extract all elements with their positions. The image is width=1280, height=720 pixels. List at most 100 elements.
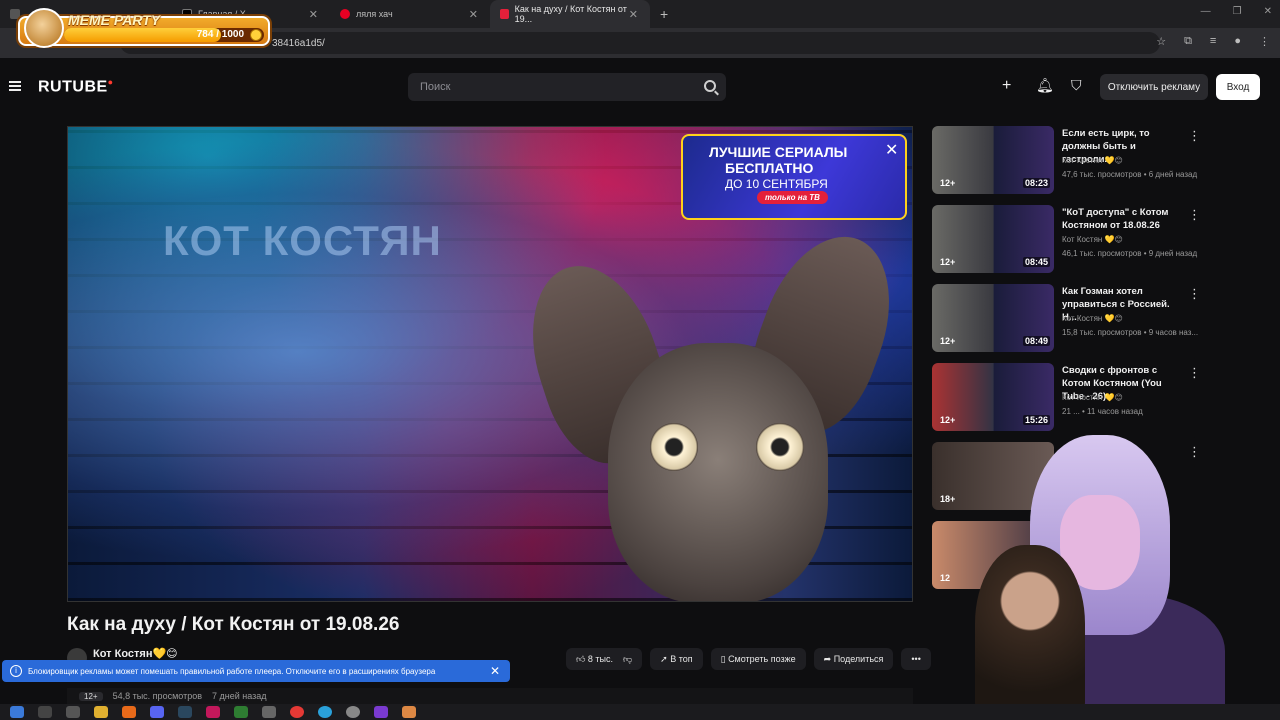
video-watermark: КОТ КОСТЯН xyxy=(163,217,442,264)
bookmark-icon: ▯ xyxy=(720,653,729,664)
view-count: 54,8 тыс. просмотров xyxy=(112,691,202,701)
maximize-icon[interactable]: ❐ xyxy=(1233,6,1242,17)
app-icon xyxy=(10,9,20,19)
like-button[interactable]: 👍︎ 8 тыс. 👎︎ xyxy=(566,648,643,670)
video-actions: 👍︎ 8 тыс. 👎︎ ➚ В топ ▯ Смотреть позже ➦ П… xyxy=(566,648,931,670)
close-icon[interactable]: ✕ xyxy=(629,8,638,21)
obs-icon[interactable] xyxy=(346,706,360,718)
task-view-icon[interactable] xyxy=(66,706,80,718)
info-icon: i xyxy=(10,665,22,677)
share-button[interactable]: ➦ Поделиться xyxy=(813,648,894,670)
tab-rutube[interactable]: Как на духу / Кот Костян от 19... ✕ xyxy=(490,0,650,28)
search-input[interactable]: Поиск xyxy=(408,73,726,101)
coin-icon xyxy=(250,29,262,41)
star-icon[interactable]: ☆ xyxy=(1156,35,1166,48)
extensions-icon[interactable]: ⧉ xyxy=(1184,35,1192,48)
cat-head xyxy=(608,343,828,601)
window-controls: — ❐ ✕ xyxy=(1201,6,1272,17)
rocket-icon: ➚ xyxy=(660,653,671,664)
more-options-icon[interactable]: ⋮ xyxy=(1188,128,1201,144)
streamer-overlay xyxy=(975,425,1265,720)
rec-channel[interactable]: Кот Костян 💛😊 xyxy=(1062,393,1123,402)
minimize-icon[interactable]: — xyxy=(1201,6,1211,17)
meme-party-widget: MEME PARTY 784 / 1000 xyxy=(18,8,270,48)
ad-tv-pill: только на ТВ xyxy=(757,191,828,204)
new-tab-button[interactable]: + xyxy=(650,0,680,28)
url-field[interactable]: 38416a1d5/ xyxy=(120,32,1160,54)
rec-stats: 21 ... • 11 часов назад xyxy=(1062,407,1143,416)
list-item[interactable]: 12+ 08:23 Если есть цирк, то должны быть… xyxy=(932,126,1262,196)
search-taskbar-icon[interactable] xyxy=(38,706,52,718)
video-thumbnail[interactable]: 12+ 08:45 xyxy=(932,205,1054,273)
windows-start-icon[interactable] xyxy=(10,706,24,718)
video-thumbnail[interactable]: 12+ 15:26 xyxy=(932,363,1054,431)
app-icon[interactable] xyxy=(234,706,248,718)
list-item[interactable]: 12+ 15:26 Сводки с фронтов с Котом Костя… xyxy=(932,363,1262,433)
close-icon[interactable]: ✕ xyxy=(469,8,478,21)
rutube-icon xyxy=(500,9,509,19)
login-button[interactable]: Вход xyxy=(1216,74,1260,100)
age-rating: 12+ xyxy=(79,691,103,701)
shield-icon[interactable]: ⛉ xyxy=(1071,77,1082,94)
notice-close-icon[interactable]: ✕ xyxy=(490,664,500,678)
cat-eye-right xyxy=(756,423,804,471)
watch-later-button[interactable]: ▯ Смотреть позже xyxy=(710,648,806,670)
list-item[interactable]: 12+ 08:49 Как Гозман хотел управиться с … xyxy=(932,284,1262,354)
app-icon[interactable] xyxy=(206,706,220,718)
tab-pinterest[interactable]: ляля хач ✕ xyxy=(330,0,490,28)
video-title: Как на духу / Кот Костян от 19.08.26 xyxy=(67,614,400,635)
window-close-icon[interactable]: ✕ xyxy=(1264,6,1272,17)
adblock-notice: i Блокировщик рекламы может помешать пра… xyxy=(2,660,510,682)
telegram-icon[interactable] xyxy=(318,706,332,718)
more-options-icon[interactable]: ⋮ xyxy=(1188,365,1201,381)
more-actions-button[interactable]: ••• xyxy=(901,648,931,670)
file-explorer-icon[interactable] xyxy=(94,706,108,718)
bell-icon[interactable]: 🔔︎ xyxy=(1036,77,1054,94)
pinterest-icon xyxy=(340,9,350,19)
more-options-icon[interactable]: ⋮ xyxy=(1188,207,1201,223)
rec-channel[interactable]: Кот Костян 💛😊 xyxy=(1062,156,1123,165)
close-icon[interactable]: ✕ xyxy=(309,8,318,21)
channel-name[interactable]: Кот Костян💛😊 xyxy=(93,647,178,660)
top-button[interactable]: ➚ В топ xyxy=(650,648,703,670)
publish-date: 7 дней назад xyxy=(211,691,267,701)
search-icon[interactable] xyxy=(704,80,716,92)
rec-channel[interactable]: Кот Костян 💛😊 xyxy=(1062,314,1123,323)
doll-figure xyxy=(975,545,1085,720)
video-meta: 12+ 54,8 тыс. просмотров 7 дней назад xyxy=(67,688,913,704)
browser-toolbar: ☆ ⧉ ≡ ● ⋮ xyxy=(1156,35,1270,48)
site-header: RUTUBE● Поиск + 🔔︎ ⛉ Отключить рекламу В… xyxy=(0,58,1280,116)
settings-icon[interactable] xyxy=(262,706,276,718)
rec-stats: 15,8 тыс. просмотров • 9 часов наз... xyxy=(1062,328,1199,337)
rutube-logo[interactable]: RUTUBE● xyxy=(38,77,114,96)
profile-avatar-icon[interactable]: ● xyxy=(1234,35,1241,48)
steam-icon[interactable] xyxy=(178,706,192,718)
rec-stats: 47,6 тыс. просмотров • 6 дней назад xyxy=(1062,170,1198,179)
reading-list-icon[interactable]: ≡ xyxy=(1210,35,1216,48)
thumb-up-icon: 👍︎ xyxy=(576,653,588,664)
rec-stats: 46,1 тыс. просмотров • 9 дней назад xyxy=(1062,249,1198,258)
menu-dots-icon[interactable]: ⋮ xyxy=(1259,35,1270,48)
app-icon[interactable] xyxy=(402,706,416,718)
app-icon[interactable] xyxy=(374,706,388,718)
list-item[interactable]: 12+ 08:45 "КоТ доступа" с Котом Костяном… xyxy=(932,205,1262,275)
video-thumbnail[interactable]: 12+ 08:23 xyxy=(932,126,1054,194)
menu-icon[interactable] xyxy=(9,81,21,91)
discord-icon[interactable] xyxy=(150,706,164,718)
plus-icon[interactable]: + xyxy=(1002,77,1011,95)
meme-progress-count: 784 / 1000 xyxy=(196,29,244,40)
share-icon: ➦ xyxy=(823,653,834,664)
chrome-icon[interactable] xyxy=(290,706,304,718)
doge-icon xyxy=(24,8,64,48)
app-icon[interactable] xyxy=(122,706,136,718)
video-thumbnail[interactable]: 12+ 08:49 xyxy=(932,284,1054,352)
more-options-icon[interactable]: ⋮ xyxy=(1188,286,1201,302)
disable-ads-button[interactable]: Отключить рекламу xyxy=(1100,74,1208,100)
ad-close-icon[interactable]: ✕ xyxy=(885,140,898,160)
meme-progress-bar: 784 / 1000 xyxy=(64,28,264,42)
rec-channel[interactable]: Кот Костян 💛😊 xyxy=(1062,235,1123,244)
more-dots-icon: ••• xyxy=(911,654,921,664)
thumb-down-icon[interactable]: 👎︎ xyxy=(623,654,632,665)
rec-title[interactable]: "КоТ доступа" с Котом Костяном от 18.08.… xyxy=(1062,206,1182,232)
player-ad-banner[interactable]: ЛУЧШИЕ СЕРИАЛЫ БЕСПЛАТНО ДО 10 СЕНТЯБРЯ … xyxy=(681,134,907,220)
